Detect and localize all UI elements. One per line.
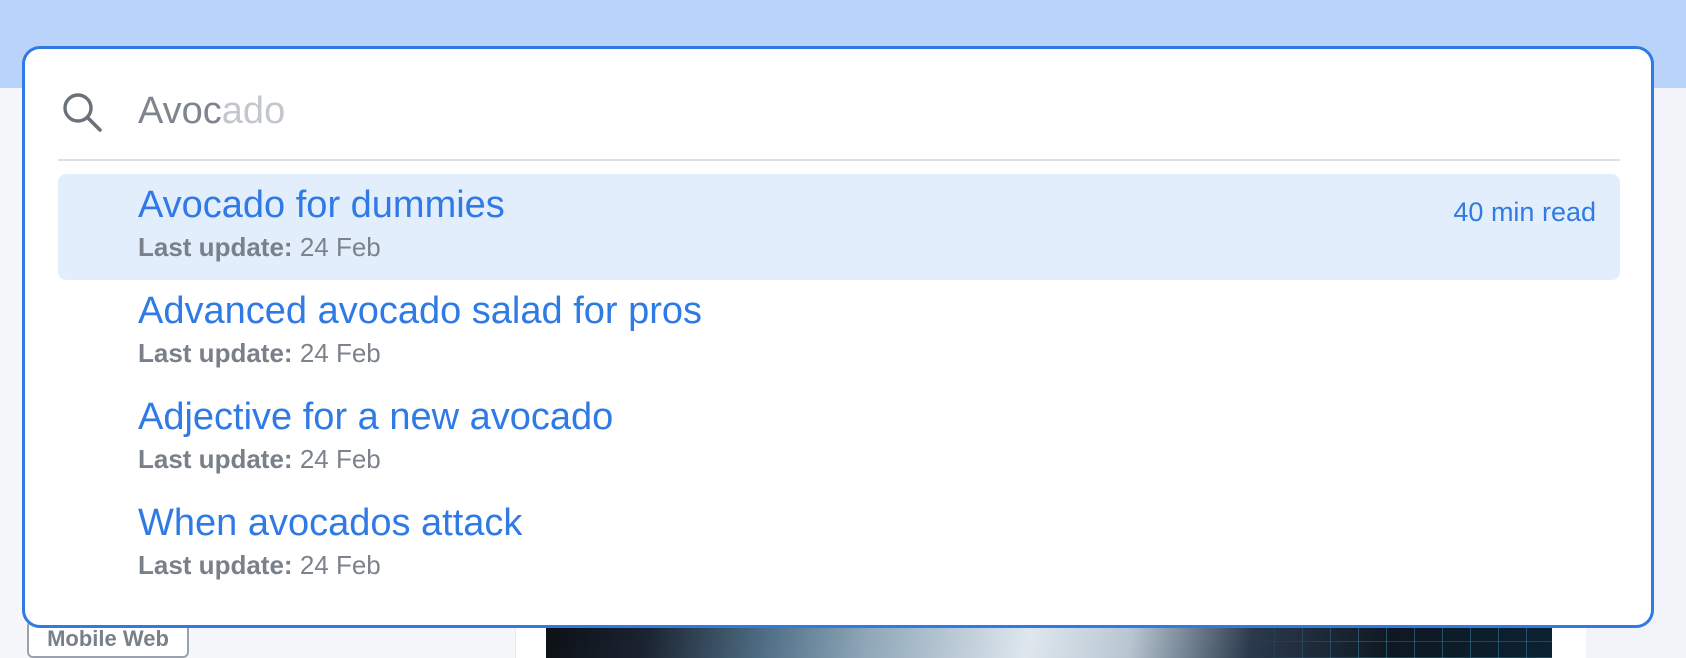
result-read-time: 40 min read	[1453, 197, 1596, 227]
result-meta: Last update: 24 Feb	[138, 230, 381, 264]
result-title[interactable]: Adjective for a new avocado	[138, 392, 613, 442]
result-meta: Last update: 24 Feb	[138, 442, 381, 476]
result-meta-label: Last update:	[138, 232, 293, 262]
search-input[interactable]: Avocado	[138, 79, 1538, 143]
search-result-item[interactable]: When avocados attack Last update: 24 Feb	[58, 492, 1620, 598]
search-dialog: Avocado Avocado for dummies Last update:…	[22, 46, 1654, 628]
result-meta-label: Last update:	[138, 444, 293, 474]
result-meta: Last update: 24 Feb	[138, 336, 381, 370]
search-bar[interactable]: Avocado	[25, 49, 1651, 161]
result-meta-value: 24 Feb	[299, 550, 381, 580]
result-meta-label: Last update:	[138, 550, 293, 580]
result-meta-value: 24 Feb	[299, 338, 381, 368]
search-results-list: Avocado for dummies Last update: 24 Feb …	[58, 174, 1620, 598]
result-title[interactable]: Advanced avocado salad for pros	[138, 286, 702, 336]
result-meta-value: 24 Feb	[299, 444, 381, 474]
search-autocomplete-suggestion: ado	[221, 90, 286, 132]
result-meta-label: Last update:	[138, 338, 293, 368]
result-title[interactable]: When avocados attack	[138, 498, 522, 548]
search-result-item[interactable]: Advanced avocado salad for pros Last upd…	[58, 280, 1620, 386]
result-title[interactable]: Avocado for dummies	[138, 180, 505, 230]
result-meta: Last update: 24 Feb	[138, 548, 381, 582]
search-result-item[interactable]: Adjective for a new avocado Last update:…	[58, 386, 1620, 492]
result-meta-value: 24 Feb	[299, 232, 381, 262]
search-icon	[63, 93, 102, 132]
background-hero-image	[546, 626, 1552, 658]
search-divider	[58, 159, 1620, 161]
search-query-text: Avoc	[138, 90, 222, 132]
search-result-item[interactable]: Avocado for dummies Last update: 24 Feb …	[58, 174, 1620, 280]
